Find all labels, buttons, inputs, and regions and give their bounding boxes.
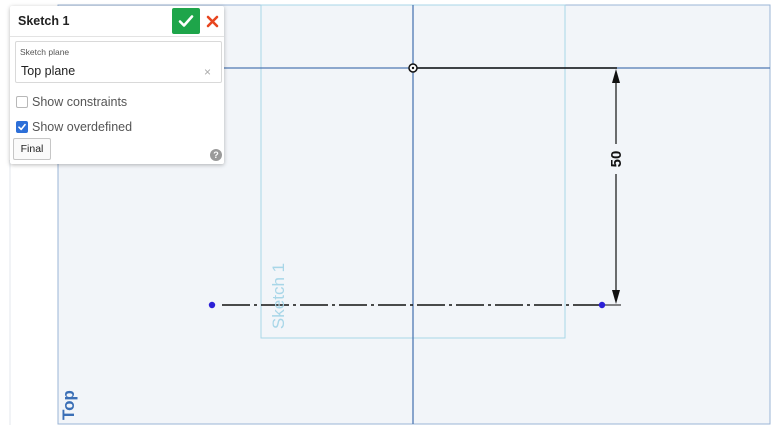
origin-point-center <box>411 66 415 70</box>
panel-header: Sketch 1 <box>10 6 224 37</box>
panel-title: Sketch 1 <box>18 14 70 28</box>
sketch-plane-field[interactable]: Sketch plane Top plane × <box>15 41 222 83</box>
show-constraints-checkbox[interactable] <box>16 96 28 108</box>
dimension-value[interactable]: 50 <box>608 151 625 168</box>
checkmark-icon <box>18 123 26 131</box>
close-icon <box>206 15 219 28</box>
confirm-button[interactable] <box>172 8 200 34</box>
help-icon[interactable]: ? <box>210 149 222 161</box>
plane-label[interactable]: Top <box>59 390 78 420</box>
check-icon <box>178 15 194 27</box>
endpoint-left[interactable] <box>208 301 216 309</box>
show-overdefined-option[interactable]: Show overdefined <box>16 119 132 135</box>
clear-icon[interactable]: × <box>204 65 211 79</box>
sketch-plane-value[interactable]: Top plane <box>21 64 75 78</box>
cancel-button[interactable] <box>203 9 223 33</box>
sketch-label: Sketch 1 <box>269 263 288 329</box>
sketch-feature-panel: Sketch 1 Sketch plane Top plane × Show c… <box>10 6 224 164</box>
show-overdefined-checkbox[interactable] <box>16 121 28 133</box>
endpoint-right[interactable] <box>598 301 606 309</box>
show-constraints-option[interactable]: Show constraints <box>16 94 127 110</box>
final-button[interactable]: Final <box>13 138 51 160</box>
sketch-plane-label: Sketch plane <box>20 47 70 57</box>
show-overdefined-label: Show overdefined <box>32 120 133 134</box>
show-constraints-label: Show constraints <box>32 95 128 109</box>
